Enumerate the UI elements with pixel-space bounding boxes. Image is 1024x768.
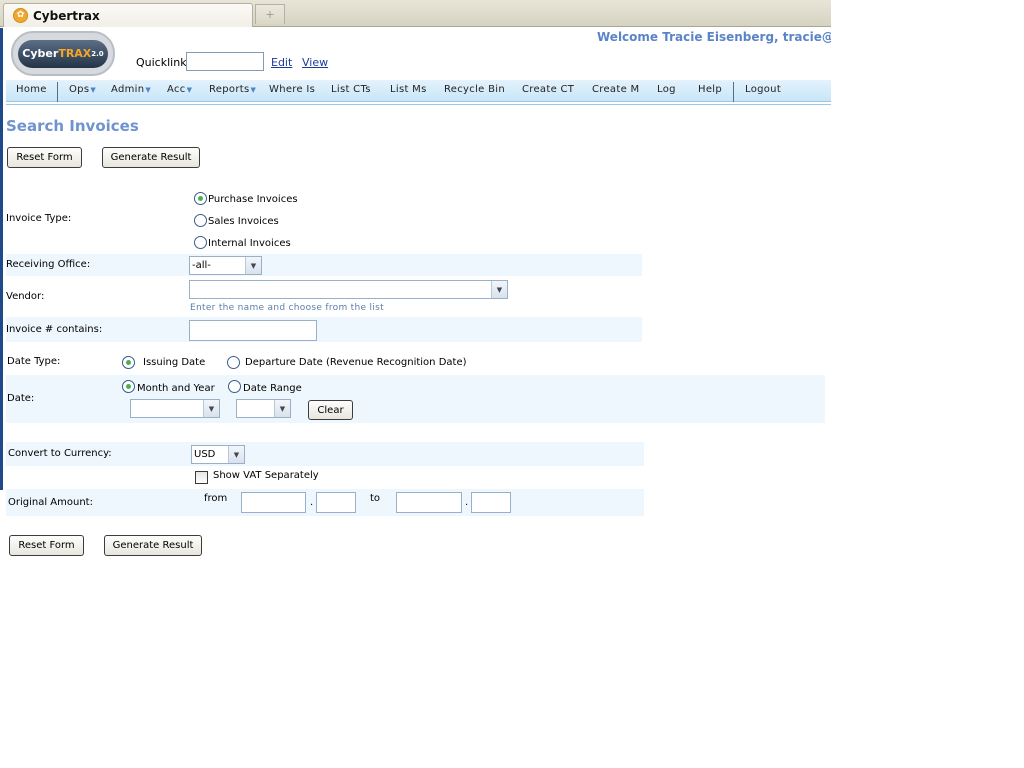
radio-internal-invoices[interactable] [194, 236, 207, 249]
receiving-office-row [6, 254, 642, 276]
chevron-down-icon: ▼ [90, 86, 97, 94]
issuing-date-label: Issuing Date [143, 357, 206, 368]
paw-icon: ✿ [13, 8, 28, 23]
nav-list-ms[interactable]: List Ms [390, 84, 427, 95]
chevron-down-icon: ▼ [203, 400, 219, 417]
to-label: to [370, 493, 381, 504]
nav-log[interactable]: Log [657, 84, 676, 95]
main-nav: Home Ops▼ Admin▼ Acc▼ Reports▼ Where Is … [6, 80, 831, 102]
internal-invoices-label: Internal Invoices [208, 238, 291, 249]
quicklink-label: Quicklink: [136, 56, 191, 69]
chevron-down-icon: ▼ [145, 86, 152, 94]
nav-where-is[interactable]: Where Is [269, 84, 315, 95]
original-amount-label: Original Amount: [8, 497, 93, 508]
purchase-invoices-label: Purchase Invoices [208, 194, 298, 205]
chevron-down-icon: ▼ [250, 86, 257, 94]
nav-home[interactable]: Home [16, 84, 47, 95]
radio-purchase-invoices[interactable] [194, 192, 207, 205]
welcome-text: Welcome Tracie Eisenberg, tracie@jagu [597, 30, 831, 44]
plus-icon: + [265, 8, 275, 21]
date-type-label: Date Type: [7, 356, 61, 367]
radio-sales-invoices[interactable] [194, 214, 207, 227]
month-select[interactable]: ▼ [130, 399, 220, 418]
new-tab-button[interactable]: + [255, 4, 285, 24]
nav-help[interactable]: Help [698, 84, 722, 95]
show-vat-label: Show VAT Separately [213, 470, 319, 481]
currency-label: Convert to Currency: [8, 448, 112, 459]
nav-separator [57, 82, 58, 102]
chevron-down-icon: ▼ [228, 446, 244, 463]
nav-divider [6, 104, 831, 105]
reset-form-button-bottom[interactable]: Reset Form [9, 535, 84, 556]
vendor-label: Vendor: [6, 291, 45, 302]
radio-month-and-year[interactable] [122, 380, 135, 393]
radio-date-range[interactable] [228, 380, 241, 393]
sales-invoices-label: Sales Invoices [208, 216, 279, 227]
generate-result-button-top[interactable]: Generate Result [102, 147, 200, 168]
nav-list-cts[interactable]: List CTs [331, 84, 371, 95]
amount-to-whole-input[interactable] [396, 492, 462, 513]
show-vat-checkbox[interactable] [195, 471, 208, 484]
decimal-separator: . [310, 497, 314, 508]
amount-to-decimal-input[interactable] [471, 492, 511, 513]
edit-link[interactable]: Edit [271, 56, 292, 69]
nav-recycle-bin[interactable]: Recycle Bin [444, 84, 505, 95]
tab-title: Cybertrax [33, 8, 100, 23]
nav-acc[interactable]: Acc▼ [167, 84, 192, 95]
vendor-combobox[interactable]: ▼ [189, 280, 508, 299]
date-label: Date: [7, 393, 35, 404]
currency-select[interactable]: USD ▼ [191, 445, 245, 464]
radio-issuing-date[interactable] [122, 356, 135, 369]
nav-admin[interactable]: Admin▼ [111, 84, 151, 95]
nav-create-m[interactable]: Create M [592, 84, 639, 95]
chevron-down-icon: ▼ [274, 400, 290, 417]
invoice-type-label: Invoice Type: [6, 213, 72, 224]
left-border [0, 28, 3, 490]
nav-reports[interactable]: Reports▼ [209, 84, 256, 95]
nav-logout[interactable]: Logout [745, 84, 781, 95]
chevron-down-icon: ▼ [186, 86, 193, 94]
invoice-number-label: Invoice # contains: [6, 324, 103, 335]
generate-result-button-bottom[interactable]: Generate Result [104, 535, 202, 556]
decimal-separator: . [465, 497, 469, 508]
chevron-down-icon: ▼ [245, 257, 261, 274]
departure-date-label: Departure Date (Revenue Recognition Date… [245, 357, 467, 368]
browser-tab[interactable]: ✿ Cybertrax [3, 3, 253, 27]
vendor-hint: Enter the name and choose from the list [190, 303, 384, 313]
nav-separator [733, 82, 734, 102]
invoice-number-input[interactable] [189, 320, 317, 341]
reset-form-button-top[interactable]: Reset Form [7, 147, 82, 168]
page-title: Search Invoices [6, 117, 139, 135]
view-link[interactable]: View [302, 56, 328, 69]
nav-create-ct[interactable]: Create CT [522, 84, 574, 95]
nav-ops[interactable]: Ops▼ [69, 84, 96, 95]
quicklink-input[interactable] [186, 52, 264, 71]
receiving-office-label: Receiving Office: [6, 259, 91, 270]
radio-departure-date[interactable] [227, 356, 240, 369]
amount-from-decimal-input[interactable] [316, 492, 356, 513]
month-and-year-label: Month and Year [137, 383, 215, 394]
receiving-office-select[interactable]: -all- ▼ [189, 256, 262, 275]
chevron-down-icon: ▼ [491, 281, 507, 298]
date-range-label: Date Range [243, 383, 302, 394]
browser-tab-strip: ✿ Cybertrax + [0, 0, 831, 27]
amount-from-whole-input[interactable] [241, 492, 306, 513]
clear-date-button[interactable]: Clear [308, 400, 353, 420]
from-label: from [204, 493, 228, 504]
cybertrax-logo[interactable]: Cyber TRAX 2.0 [11, 31, 115, 76]
year-select[interactable]: ▼ [236, 399, 291, 418]
